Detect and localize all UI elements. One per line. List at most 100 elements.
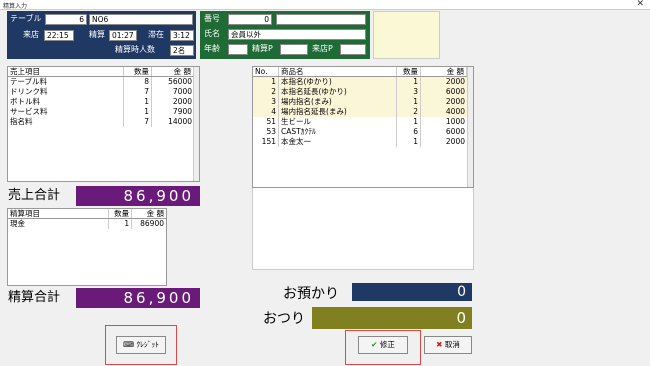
table-label: テーブル: [10, 14, 42, 23]
payment-table: 精算項目 数量 金 額 現金 1 86900: [7, 208, 167, 286]
sales-row[interactable]: ドリンク料 7 7000: [8, 87, 199, 97]
sales-row[interactable]: 指名料 7 14000: [8, 117, 199, 127]
sales-cell: 14000: [168, 117, 192, 126]
sales-cell: 8: [124, 77, 152, 87]
payment-table-header: 精算項目 数量 金 額: [8, 209, 166, 219]
order-cell: 場内指名(まみ): [279, 97, 397, 107]
orders-table: No. 商品名 数量 金 額 1 本指名(ゆかり) 1 2000 2 本指名延長(ゆかり)…: [252, 66, 474, 188]
memo-area: [373, 11, 440, 59]
close-icon[interactable]: ✕: [636, 0, 644, 9]
sales-rows: テーブル料 8 56000 ドリンク料 7 7000 ボトル料 1 2000 サービス料 1 7900…: [8, 77, 199, 127]
sales-row[interactable]: サービス料 1 7900: [8, 107, 199, 117]
order-cell: 本金太一: [279, 137, 397, 147]
header-payment-qty: 数量: [109, 209, 133, 218]
cancel-icon: ✖: [436, 340, 443, 349]
customer-panel: 番号 0 氏名 会員以外 年齢 精算P 来店P: [200, 11, 370, 59]
order-cell: 2000: [445, 137, 465, 146]
header-item: 売上項目: [8, 67, 124, 76]
deposit-label: お預かり: [283, 286, 339, 302]
sales-table: 売上項目 数量 金 額 テーブル料 8 56000 ドリンク料 7 7000 ボトル料 1 20…: [7, 66, 200, 182]
sales-cell: 1: [124, 107, 152, 117]
header-payment-item: 精算項目: [8, 209, 109, 218]
cancel-button[interactable]: ✖ 取消: [424, 336, 472, 354]
header-no: No.: [253, 67, 279, 76]
order-row[interactable]: 53 CASTｶｸﾃﾙ 6 6000: [253, 127, 473, 137]
order-row[interactable]: 2 本指名延長(ゆかり) 3 6000: [253, 87, 473, 97]
change-label: おつり: [263, 311, 305, 327]
order-row[interactable]: 1 本指名(ゆかり) 1 2000: [253, 77, 473, 87]
check-icon: ✔: [371, 340, 378, 349]
order-cell: 2: [397, 107, 421, 117]
modify-button[interactable]: ✔ 修正: [358, 336, 408, 354]
arrive-label: 来店: [23, 30, 39, 39]
payment-total-label: 精算合計: [8, 290, 61, 305]
sales-cell: 7: [124, 117, 152, 127]
name-label: 氏名: [204, 29, 220, 38]
header-panel: テーブル 6 NO6 来店 22:15 精算 01:27 滞在 3:12 精算時…: [7, 11, 196, 59]
orders-table-header: No. 商品名 数量 金 額: [253, 67, 473, 77]
order-cell: 53: [253, 127, 279, 137]
stay-label: 滞在: [148, 30, 164, 39]
order-cell: CASTｶｸﾃﾙ: [279, 127, 397, 137]
settle-time: 01:27: [109, 30, 137, 41]
order-cell: 6000: [445, 87, 465, 96]
sales-cell: 2000: [172, 97, 192, 106]
header-amount: 金 額: [152, 67, 194, 76]
deposit-value[interactable]: 0: [352, 283, 472, 301]
payment-cell: 86900: [140, 219, 164, 228]
age-label: 年齢: [204, 44, 220, 53]
table-number: 6: [45, 14, 87, 25]
sales-cell: 1: [124, 97, 152, 107]
card-icon: ⌨: [123, 340, 134, 349]
cancel-button-label: 取消: [444, 340, 460, 349]
order-cell: 4: [253, 107, 279, 117]
payment-total-value: 86,900: [76, 288, 200, 308]
order-cell: 2000: [445, 97, 465, 106]
order-cell: 151: [253, 137, 279, 147]
order-cell: 1000: [445, 117, 465, 126]
sales-cell: 7900: [172, 107, 192, 116]
sales-total-label: 売上合計: [8, 188, 61, 203]
payment-rows: 現金 1 86900: [8, 219, 166, 229]
order-row[interactable]: 4 場内指名延長(まみ) 2 4000: [253, 107, 473, 117]
order-row[interactable]: 3 場内指名(まみ) 1 2000: [253, 97, 473, 107]
sales-row[interactable]: テーブル料 8 56000: [8, 77, 199, 87]
window-title: 精算入力: [3, 3, 28, 10]
visit-p-value: [340, 44, 366, 55]
number-value: 0: [228, 14, 272, 25]
payment-row[interactable]: 現金 1 86900: [8, 219, 166, 229]
people-value: 2名: [170, 45, 194, 56]
sales-cell: サービス料: [8, 107, 124, 117]
payment-cell: 現金: [8, 219, 109, 229]
credit-button[interactable]: ⌨ ｸﾚｼﾞｯﾄ: [116, 336, 166, 354]
order-cell: 本指名(ゆかり): [279, 77, 397, 87]
change-value: 0: [312, 307, 472, 329]
sales-cell: 7: [124, 87, 152, 97]
order-row[interactable]: 51 生ビール 1 1000: [253, 117, 473, 127]
order-cell: 生ビール: [279, 117, 397, 127]
order-cell: 1: [253, 77, 279, 87]
stay-time: 3:12: [170, 30, 194, 41]
orders-blank-area: [252, 188, 474, 270]
order-row[interactable]: 151 本金太一 1 2000: [253, 137, 473, 147]
sales-cell: 7000: [172, 87, 192, 96]
number-extra: [276, 14, 366, 25]
order-cell: 1: [397, 137, 421, 147]
sales-cell: テーブル料: [8, 77, 124, 87]
sales-table-header: 売上項目 数量 金 額: [8, 67, 199, 77]
arrive-time: 22:15: [44, 30, 74, 41]
number-label: 番号: [204, 14, 220, 23]
settle-label: 精算: [89, 30, 105, 39]
modify-button-label: 修正: [379, 340, 395, 349]
settle-p-value: [280, 44, 308, 55]
sales-scrollbar[interactable]: [193, 67, 199, 181]
order-cell: 本指名延長(ゆかり): [279, 87, 397, 97]
credit-button-label: ｸﾚｼﾞｯﾄ: [136, 340, 159, 349]
payment-cell: 1: [109, 219, 133, 229]
order-cell: 2: [253, 87, 279, 97]
orders-scrollbar[interactable]: [467, 67, 473, 187]
order-cell: 1: [397, 97, 421, 107]
sales-row[interactable]: ボトル料 1 2000: [8, 97, 199, 107]
sales-cell: 56000: [168, 77, 192, 86]
order-cell: 場内指名延長(まみ): [279, 107, 397, 117]
